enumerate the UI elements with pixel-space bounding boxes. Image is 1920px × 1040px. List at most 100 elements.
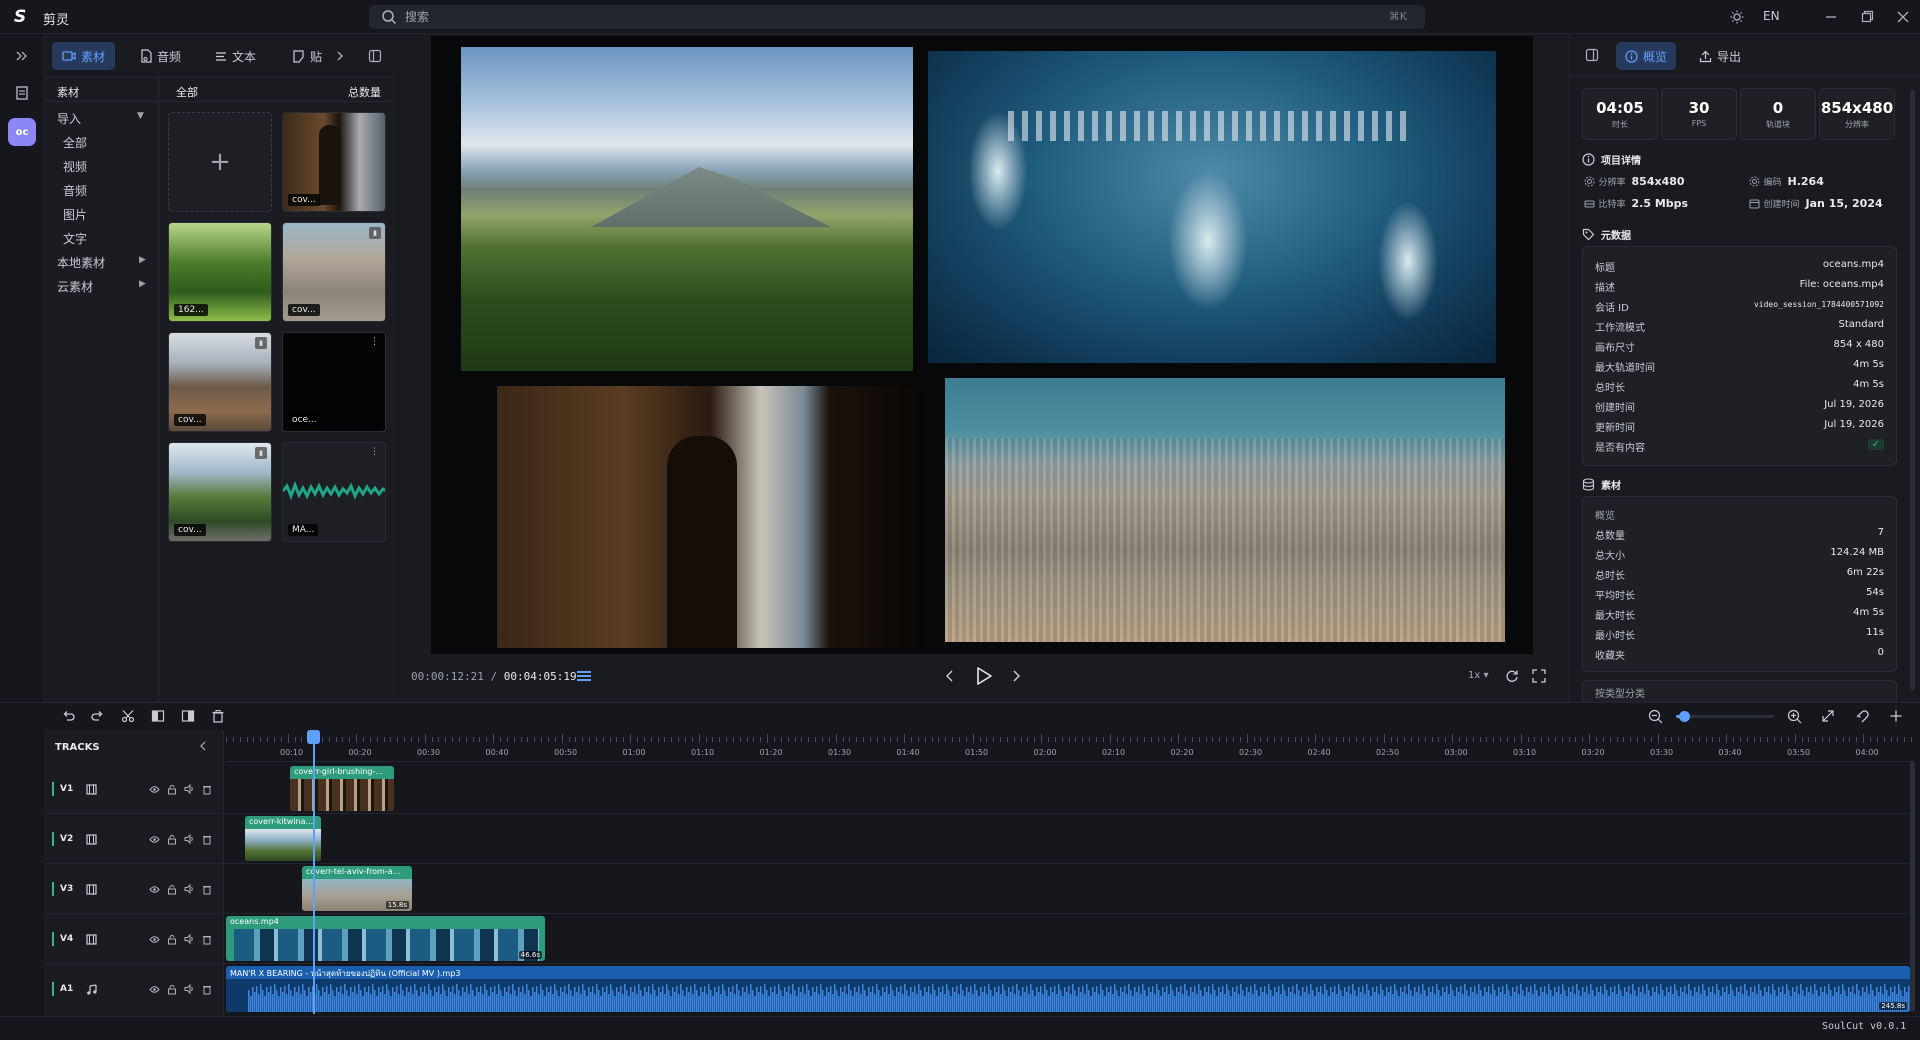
collapse-panel-icon[interactable] xyxy=(365,46,385,66)
media-thumb[interactable]: ▮ cov... xyxy=(168,442,272,542)
avatar[interactable]: oc xyxy=(8,118,36,146)
media-thumb[interactable]: cov... xyxy=(282,112,386,212)
eye-icon[interactable] xyxy=(148,833,160,845)
volume-icon[interactable] xyxy=(183,983,195,995)
speed-select[interactable]: 1x ▾ xyxy=(1468,670,1488,681)
notes-icon[interactable] xyxy=(12,83,32,103)
eye-icon[interactable] xyxy=(148,983,160,995)
fit-timeline-icon[interactable] xyxy=(1816,705,1840,727)
search-bar[interactable]: ⌘K xyxy=(369,5,1425,29)
category-image[interactable]: 图片 xyxy=(63,206,87,223)
loop-icon[interactable] xyxy=(1502,666,1522,686)
media-thumb[interactable]: 162... xyxy=(168,222,272,322)
theme-sun-icon[interactable] xyxy=(1724,5,1750,29)
undo-icon[interactable] xyxy=(56,705,80,727)
tab-audio[interactable]: 音频 xyxy=(130,42,191,70)
volume-icon[interactable] xyxy=(183,833,195,845)
assets-value: 7 xyxy=(1877,527,1884,538)
time-ruler[interactable]: 00:10 00:20 00:30 00:40 00:50 01:00 01:10 01:20… xyxy=(226,730,1914,762)
category-local[interactable]: 本地素材 xyxy=(57,254,105,271)
tab-text[interactable]: 文本 xyxy=(205,42,266,70)
chevron-down-icon[interactable]: ▼ xyxy=(137,111,144,121)
category-import[interactable]: 导入 xyxy=(57,110,81,127)
chevron-right-icon[interactable]: ▶ xyxy=(139,279,146,289)
category-video[interactable]: 视频 xyxy=(63,158,87,175)
tab-overview[interactable]: 概览 xyxy=(1616,42,1677,70)
video-preview[interactable] xyxy=(431,36,1533,654)
timeline-scrollbar[interactable] xyxy=(1910,762,1915,1012)
tab-sticker[interactable]: 贴 xyxy=(282,42,324,70)
maximize-icon[interactable] xyxy=(1854,5,1880,29)
next-frame-icon[interactable] xyxy=(1006,666,1026,686)
more-icon[interactable]: ⋮ xyxy=(370,447,379,457)
add-media-button[interactable]: + xyxy=(168,112,272,212)
playhead-handle[interactable] xyxy=(307,730,320,744)
expand-sidebar-icon[interactable] xyxy=(12,46,32,66)
zoom-slider[interactable] xyxy=(1676,711,1774,722)
assets-key: 总数量 xyxy=(1595,531,1625,542)
split-right-icon[interactable] xyxy=(176,705,200,727)
lock-icon[interactable] xyxy=(166,833,178,845)
collapse-tracks-icon[interactable] xyxy=(196,739,210,753)
add-track-icon[interactable] xyxy=(1884,705,1908,727)
timeline-clip[interactable]: coverr-kitwina... xyxy=(245,816,321,861)
chevron-right-icon[interactable]: ▶ xyxy=(139,255,146,265)
ruler-tick-mark xyxy=(1890,737,1892,742)
zoom-in-icon[interactable] xyxy=(1782,705,1806,727)
redo-icon[interactable] xyxy=(86,705,110,727)
magnet-snap-icon[interactable] xyxy=(1849,705,1873,727)
media-thumb[interactable]: ⋮ oce... xyxy=(282,332,386,432)
category-text[interactable]: 文字 xyxy=(63,230,87,247)
volume-icon[interactable] xyxy=(183,783,195,795)
inspector-scrollbar[interactable] xyxy=(1910,90,1915,690)
category-audio[interactable]: 音频 xyxy=(63,182,87,199)
waveform-toggle-icon[interactable] xyxy=(574,667,594,685)
media-thumb[interactable]: ▮ cov... xyxy=(168,332,272,432)
volume-icon[interactable] xyxy=(183,883,195,895)
audio-clip[interactable]: MAN'R X BEARING - หน้าสุดท้ายของปฏิทิน (… xyxy=(226,966,1910,1012)
lock-icon[interactable] xyxy=(166,933,178,945)
media-thumb[interactable]: ▮ cov... xyxy=(282,222,386,322)
zoom-out-icon[interactable] xyxy=(1643,705,1667,727)
volume-icon[interactable] xyxy=(183,933,195,945)
media-thumb[interactable]: ⋮ MA... xyxy=(282,442,386,542)
timeline-clip[interactable]: oceans.mp4 46.6s xyxy=(226,916,545,961)
trash-icon[interactable] xyxy=(201,933,213,945)
trash-icon[interactable] xyxy=(201,983,213,995)
scissors-icon[interactable] xyxy=(116,705,140,727)
lock-icon[interactable] xyxy=(166,983,178,995)
tabs-next-chevron-icon[interactable] xyxy=(330,46,350,66)
fullscreen-icon[interactable] xyxy=(1529,666,1549,686)
play-icon[interactable] xyxy=(972,664,996,688)
prev-frame-icon[interactable] xyxy=(940,666,960,686)
metadata-key: 标题 xyxy=(1595,263,1615,274)
minimize-icon[interactable] xyxy=(1818,5,1844,29)
trash-icon[interactable] xyxy=(201,883,213,895)
eye-icon[interactable] xyxy=(148,883,160,895)
category-all[interactable]: 全部 xyxy=(63,134,87,151)
trash-icon[interactable] xyxy=(201,833,213,845)
split-left-icon[interactable] xyxy=(146,705,170,727)
eye-icon[interactable] xyxy=(148,783,160,795)
more-icon[interactable]: ⋮ xyxy=(370,337,379,347)
language-toggle[interactable]: EN xyxy=(1763,9,1780,23)
timeline-clip[interactable]: coverr-tel-aviv-from-a... 15.8s xyxy=(302,866,412,911)
assets-title: 素材 xyxy=(1601,481,1621,492)
trash-icon[interactable] xyxy=(201,783,213,795)
zoom-slider-knob[interactable] xyxy=(1678,711,1690,722)
ruler-tick-mark xyxy=(520,737,522,742)
timeline-clip[interactable]: coverr-girl-brushing-... xyxy=(290,766,394,811)
lock-icon[interactable] xyxy=(166,783,178,795)
lock-icon[interactable] xyxy=(166,883,178,895)
stat-fps: 30 FPS xyxy=(1661,88,1737,140)
assets-value: 11s xyxy=(1866,627,1884,638)
playhead[interactable] xyxy=(313,732,315,1014)
close-icon[interactable] xyxy=(1890,5,1916,29)
eye-icon[interactable] xyxy=(148,933,160,945)
tab-export[interactable]: 导出 xyxy=(1690,42,1750,70)
toggle-panel-icon[interactable] xyxy=(1582,45,1602,65)
trash-icon[interactable] xyxy=(206,705,230,727)
tab-media[interactable]: 素材 xyxy=(52,42,116,70)
category-cloud[interactable]: 云素材 xyxy=(57,278,93,295)
search-input[interactable] xyxy=(405,7,1305,27)
